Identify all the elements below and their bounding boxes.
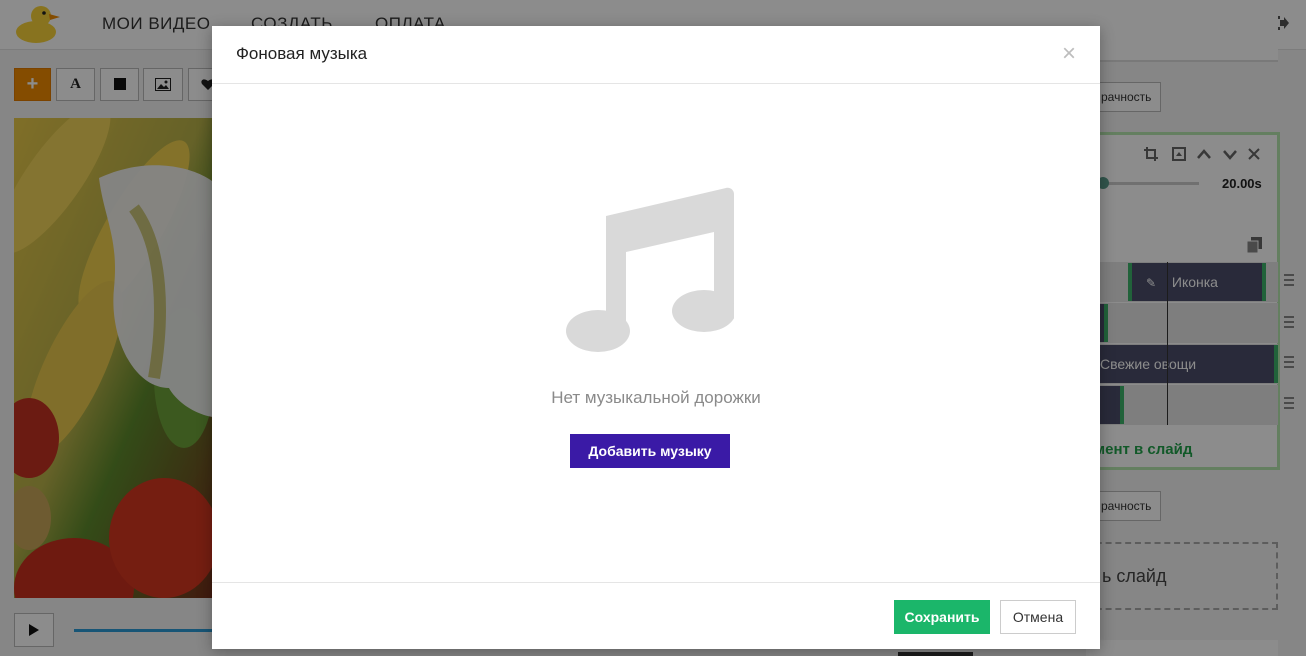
cancel-button[interactable]: Отмена — [1000, 600, 1076, 634]
modal-header: Фоновая музыка × — [212, 26, 1100, 84]
music-note-icon — [566, 187, 734, 352]
save-button[interactable]: Сохранить — [894, 600, 990, 634]
close-icon[interactable]: × — [1062, 42, 1076, 66]
modal-footer: Сохранить Отмена — [212, 582, 1100, 649]
add-music-button[interactable]: Добавить музыку — [570, 434, 730, 468]
empty-state-text: Нет музыкальной дорожки — [551, 388, 761, 407]
background-music-modal: Фоновая музыка × Нет музыкальной дорожки… — [212, 26, 1100, 649]
modal-title: Фоновая музыка — [236, 44, 368, 63]
